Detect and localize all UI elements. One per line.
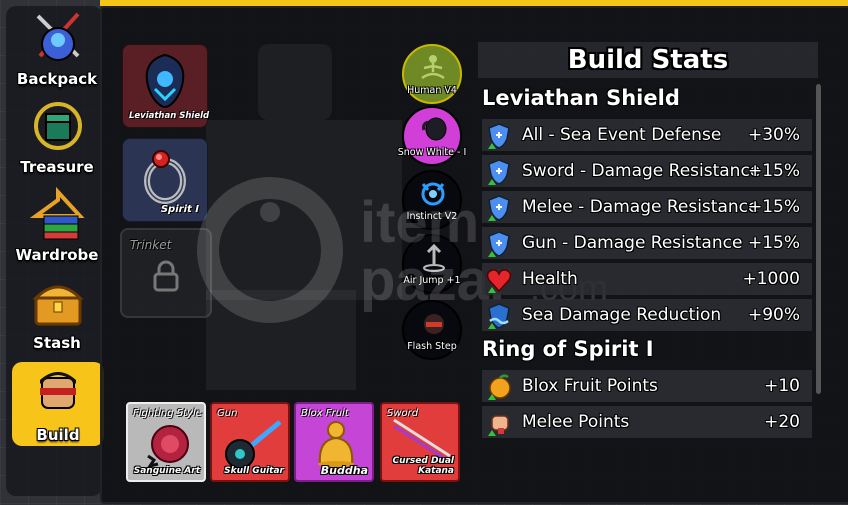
side-navigation: Backpack Treasure Wardrobe Stash Build: [6, 6, 104, 496]
stat-value: +1000: [742, 269, 800, 289]
ability-instinct-v2[interactable]: Instinct V2: [402, 170, 462, 230]
heart-icon: [486, 269, 512, 293]
spirit-ring-icon: [144, 150, 186, 204]
accessory-slot[interactable]: Leviathan Shield: [122, 44, 210, 128]
stash-chest-icon: [32, 285, 84, 326]
accessory-label: Leviathan Shield: [129, 111, 210, 121]
stat-value: +20: [764, 412, 800, 432]
fruit-icon: [488, 374, 511, 400]
backpack-icon: [36, 12, 80, 61]
meditation-icon: [421, 55, 445, 80]
nav-backpack[interactable]: Backpack: [12, 6, 102, 90]
stat-value: +30%: [747, 125, 800, 145]
stats-scrollbar[interactable]: [816, 84, 821, 394]
nav-build[interactable]: Build: [12, 362, 104, 446]
stat-row: Health +1000: [482, 263, 812, 295]
stat-value: +15%: [747, 233, 800, 253]
lock-icon: [153, 260, 179, 292]
nav-label: Backpack: [16, 70, 98, 88]
avatar-legs-silhouette: [206, 290, 356, 390]
ability-label: Human V4: [407, 85, 457, 96]
stat-row: Gun - Damage Resistance +15%: [482, 227, 812, 259]
stat-value: +90%: [747, 305, 800, 325]
stat-name: Sword - Damage Resistance: [522, 161, 761, 181]
trinket-slot[interactable]: Trinket: [120, 228, 212, 318]
stat-name: Blox Fruit Points: [522, 376, 658, 396]
air-jump-icon: [423, 244, 445, 272]
shield-icon: [488, 231, 510, 257]
shield-icon: [488, 123, 510, 149]
stat-row: All - Sea Event Defense +30%: [482, 119, 812, 151]
ability-label: Air Jump +1: [403, 275, 461, 286]
fist-icon: [488, 415, 509, 436]
loadout-name: Skull Guitar: [224, 466, 284, 476]
stat-value: +15%: [747, 161, 800, 181]
buddha-fruit-icon: [318, 421, 354, 467]
ability-air-jump[interactable]: Air Jump +1: [402, 234, 462, 294]
build-stats-title: Build Stats: [478, 42, 818, 78]
loadout-fighting-style[interactable]: Fighting Style Sanguine Art: [126, 402, 206, 482]
instinct-eye-icon: [421, 182, 445, 206]
ability-snow-white[interactable]: Snow White - I: [398, 106, 466, 166]
wardrobe-icon: [30, 186, 85, 240]
avatar-head-silhouette: [258, 44, 332, 120]
stat-value: +15%: [747, 197, 800, 217]
shield-icon: [488, 159, 510, 185]
stat-row: Sea Damage Reduction +90%: [482, 299, 812, 331]
nav-label: Wardrobe: [15, 246, 99, 264]
stats-section-heading: Ring of Spirit I: [482, 337, 654, 361]
ability-label: Flash Step: [407, 341, 457, 352]
loadout-sword[interactable]: Sword Cursed Dual Katana: [380, 402, 460, 482]
stat-name: Melee - Damage Resistance: [522, 197, 759, 217]
trinket-label: Trinket: [130, 238, 172, 252]
stat-row: Melee - Damage Resistance +15%: [482, 191, 812, 223]
ability-label: Snow White - I: [397, 147, 467, 158]
nav-treasure[interactable]: Treasure: [12, 94, 102, 178]
stat-name: All - Sea Event Defense: [522, 125, 722, 145]
flash-step-icon: [424, 314, 444, 334]
treasure-icon: [34, 102, 82, 150]
ability-human-v4[interactable]: Human V4: [402, 44, 462, 104]
loadout-name: Buddha: [320, 464, 368, 477]
leviathan-shield-icon: [145, 53, 185, 109]
stat-row: Blox Fruit Points +10: [482, 370, 812, 402]
mirror-icon: [422, 117, 447, 141]
avatar-torso-silhouette: [206, 120, 360, 300]
stats-section-heading: Leviathan Shield: [482, 86, 680, 110]
ring-label: Spirit I: [160, 204, 199, 215]
nav-label: Build: [36, 426, 80, 444]
loadout-name: Cursed Dual Katana: [392, 456, 454, 476]
nav-wardrobe[interactable]: Wardrobe: [12, 182, 102, 266]
stat-row: Sword - Damage Resistance +15%: [482, 155, 812, 187]
stat-name: Sea Damage Reduction: [522, 305, 722, 325]
sanguine-art-icon: [146, 425, 189, 469]
loadout-gun[interactable]: Gun Skull Guitar: [210, 402, 290, 482]
stat-name: Melee Points: [522, 412, 630, 432]
stat-row: Melee Points +20: [482, 406, 812, 438]
skull-guitar-icon: [225, 420, 282, 469]
ability-flash-step[interactable]: Flash Step: [402, 300, 462, 360]
shield-icon: [488, 195, 510, 221]
stat-value: +10: [764, 376, 800, 396]
loadout-title: Fighting Style: [133, 408, 202, 419]
ability-label: Instinct V2: [406, 211, 458, 222]
loadout-blox-fruit[interactable]: Blox Fruit Buddha: [294, 402, 374, 482]
stat-name: Health: [522, 269, 578, 289]
nav-label: Treasure: [20, 158, 94, 176]
nav-stash[interactable]: Stash: [12, 270, 102, 354]
build-avatar-icon: [40, 372, 76, 409]
sea-shield-icon: [488, 303, 510, 329]
nav-label: Stash: [33, 334, 81, 352]
loadout-title: Blox Fruit: [301, 408, 349, 419]
stat-name: Gun - Damage Resistance: [522, 233, 743, 253]
ring-slot[interactable]: Spirit I: [122, 138, 208, 222]
loadout-name: Sanguine Art: [133, 466, 200, 476]
